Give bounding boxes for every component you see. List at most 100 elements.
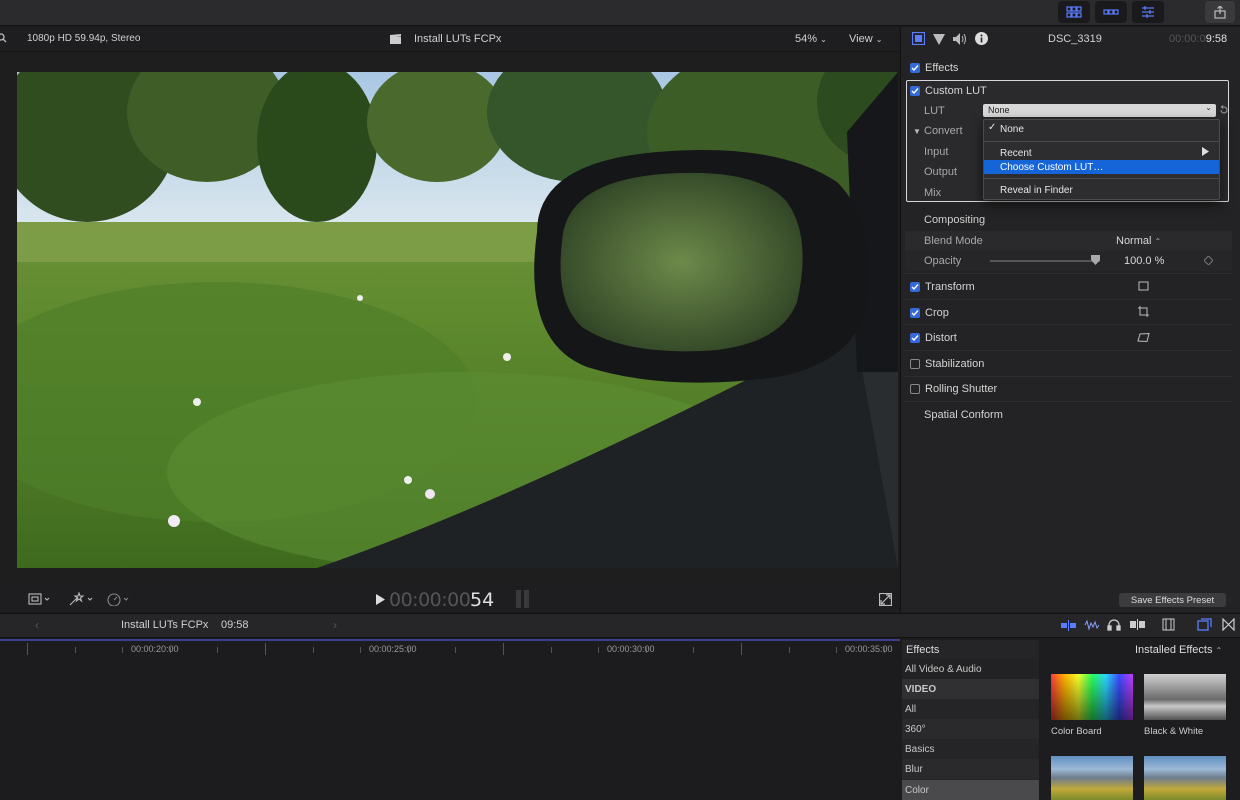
opacity-slider-track[interactable]: [990, 260, 1100, 262]
checkbox-checked-icon[interactable]: [910, 308, 920, 318]
fullscreen-icon[interactable]: [878, 592, 893, 609]
convert-label: Convert: [924, 125, 963, 137]
black-white-thumbnail[interactable]: [1144, 674, 1226, 720]
video-inspector-icon[interactable]: [911, 31, 926, 48]
distort-row[interactable]: Distort: [900, 326, 1240, 350]
checkbox-checked-icon[interactable]: [910, 63, 920, 73]
ruler-tick: [693, 647, 695, 653]
color-board-thumbnail[interactable]: [1051, 674, 1133, 720]
menu-item-none[interactable]: ✓ None: [984, 122, 1219, 136]
menu-item-choose-label: Choose Custom LUT…: [1000, 161, 1104, 173]
disclosure-triangle-icon[interactable]: ▼: [913, 127, 921, 136]
search-icon[interactable]: [0, 33, 8, 46]
clip-name: DSC_3319: [1048, 33, 1102, 45]
view-menu[interactable]: View ⌄: [849, 33, 882, 45]
reset-icon[interactable]: [1219, 105, 1229, 118]
zoom-popup[interactable]: 54% ⌄: [795, 33, 827, 45]
stabilization-label: Stabilization: [925, 358, 985, 370]
custom-lut-header[interactable]: Custom LUT: [900, 79, 1240, 103]
transform-overlay-icon[interactable]: [28, 592, 50, 609]
category-header: VIDEO: [902, 679, 1039, 699]
opacity-slider-thumb[interactable]: [1091, 255, 1101, 268]
video-frame[interactable]: [17, 72, 898, 568]
inspector-tabs: [911, 31, 988, 48]
history-back-icon[interactable]: ‹: [35, 618, 39, 632]
transitions-browser-icon[interactable]: [1222, 617, 1235, 634]
enhance-magic-icon[interactable]: [68, 591, 94, 609]
menu-item-reveal-in-finder[interactable]: Reveal in Finder: [984, 183, 1219, 197]
custom-lut-label: Custom LUT: [925, 85, 987, 97]
timeline-header: ‹ Install LUTs FCPx 09:58 ›: [0, 613, 1240, 638]
installed-effects-popup[interactable]: Installed Effects ⌃: [1135, 644, 1222, 656]
solo-icon[interactable]: [1130, 619, 1146, 633]
crop-row[interactable]: Crop: [900, 301, 1240, 325]
ruler-tick: [836, 647, 838, 653]
effect-thumbnail[interactable]: [1144, 756, 1226, 800]
chevron-down-icon: ⌄: [820, 35, 827, 44]
filmstrip-icon[interactable]: [1162, 618, 1175, 634]
divider: [905, 299, 1232, 300]
share-icon[interactable]: [1205, 1, 1235, 23]
effects-label: Effects: [925, 62, 959, 74]
category-item-selected[interactable]: Color: [902, 780, 1039, 800]
transform-row[interactable]: Transform: [900, 275, 1240, 299]
stabilization-row[interactable]: Stabilization: [900, 352, 1240, 376]
distort-onscreen-icon[interactable]: [1137, 332, 1150, 345]
headphones-icon[interactable]: [1107, 618, 1121, 634]
menu-item-recent[interactable]: Recent: [984, 146, 1219, 160]
category-label: All: [905, 703, 917, 715]
effects-section[interactable]: Effects: [900, 56, 1240, 80]
checkbox-unchecked-icon[interactable]: [910, 359, 920, 369]
spatial-conform-row[interactable]: Spatial Conform: [900, 403, 1240, 427]
category-item[interactable]: All: [902, 699, 1039, 719]
divider: [905, 324, 1232, 325]
checkbox-checked-icon[interactable]: [910, 86, 920, 96]
effect-item-label: Color Board: [1051, 726, 1102, 737]
blend-mode-label: Blend Mode: [924, 235, 983, 247]
library-browser-toggle-icon[interactable]: [1058, 1, 1090, 23]
timecode-frames: 54: [470, 589, 495, 611]
blend-mode-popup[interactable]: Normal ⌃: [1116, 235, 1161, 247]
category-label: 360°: [905, 723, 926, 735]
category-item[interactable]: 360°: [902, 719, 1039, 739]
compositing-label[interactable]: Compositing: [924, 214, 985, 226]
timeline-ruler[interactable]: 00:00:20:00 00:00:25:00 00:00:30:00 00:0…: [0, 639, 900, 657]
transform-onscreen-icon[interactable]: [1138, 281, 1149, 294]
opacity-value-field[interactable]: 100.0 %: [1124, 255, 1164, 267]
inspector-toggle-icon[interactable]: [1132, 1, 1164, 23]
color-inspector-icon[interactable]: [933, 33, 945, 48]
history-forward-icon[interactable]: ›: [333, 618, 337, 632]
retime-speed-icon[interactable]: [106, 592, 132, 609]
chevron-updown-icon: ⌃: [1154, 237, 1162, 246]
checkbox-checked-icon[interactable]: [910, 282, 920, 292]
category-item[interactable]: Basics: [902, 739, 1039, 759]
info-inspector-icon[interactable]: [975, 32, 988, 48]
audio-inspector-icon[interactable]: [953, 32, 967, 48]
audio-meter-icon: [515, 590, 531, 611]
category-item[interactable]: All Video & Audio: [902, 659, 1039, 679]
menu-divider: [984, 178, 1219, 179]
checkbox-unchecked-icon[interactable]: [910, 384, 920, 394]
clip-appearance-icon[interactable]: [1061, 620, 1077, 634]
timeline-toggle-icon[interactable]: [1095, 1, 1127, 23]
checkbox-checked-icon[interactable]: [910, 333, 920, 343]
duration-dim: 00:00:0: [1169, 33, 1206, 45]
save-effects-preset-button[interactable]: Save Effects Preset: [1119, 593, 1226, 607]
blend-mode-value: Normal: [1116, 235, 1152, 247]
menu-item-choose-custom-lut[interactable]: Choose Custom LUT…: [984, 160, 1219, 174]
timeline-body[interactable]: [0, 657, 900, 800]
effects-browser-toggle-icon[interactable]: [1197, 618, 1212, 634]
audio-waveform-icon[interactable]: [1084, 619, 1100, 634]
keyframe-icon[interactable]: [1203, 255, 1214, 268]
effect-thumbnail[interactable]: [1051, 756, 1133, 800]
category-item[interactable]: Blur: [902, 759, 1039, 779]
opacity-label: Opacity: [924, 255, 962, 267]
ruler-tick: [598, 647, 600, 653]
output-label: Output: [924, 166, 958, 178]
play-icon[interactable]: [376, 594, 385, 608]
rolling-shutter-row[interactable]: Rolling Shutter: [900, 377, 1240, 401]
lut-popup[interactable]: None ⌄: [983, 103, 1216, 117]
ruler-tick-label: 00:00:30:00: [607, 644, 655, 654]
video-frame-image: [17, 72, 898, 568]
crop-onscreen-icon[interactable]: [1138, 306, 1149, 320]
